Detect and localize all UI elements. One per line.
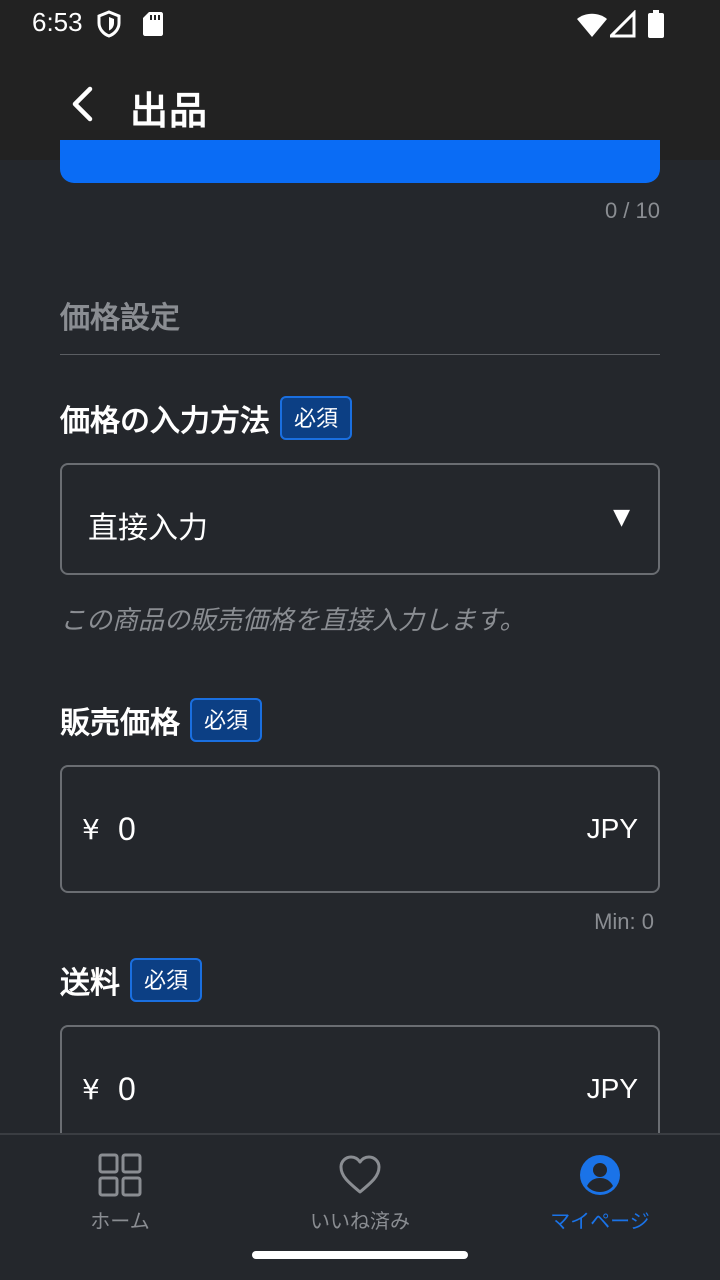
grid-icon — [98, 1153, 142, 1197]
sd-card-icon — [143, 12, 163, 36]
price-method-label-text: 価格の入力方法 — [60, 404, 270, 439]
sale-price-input[interactable]: ¥ 0 JPY — [60, 765, 660, 893]
shield-icon — [97, 10, 121, 38]
sale-price-label: 販売価格 必須 — [60, 698, 263, 742]
nav-label-home: ホーム — [90, 1209, 150, 1233]
section-title: 価格設定 — [60, 301, 180, 336]
battery-icon — [648, 10, 664, 38]
status-bar: 6:53 — [0, 0, 720, 48]
screen: 6:53 出品 0 / 10 価格設定 価格の入力方法 必須 直接入力 ▼ この… — [0, 0, 720, 1280]
price-method-label: 価格の入力方法 必須 — [60, 396, 353, 440]
sale-price-label-text: 販売価格 — [60, 706, 180, 741]
dropdown-arrow-icon: ▼ — [613, 505, 630, 530]
nav-item-liked[interactable]: いいね済み — [240, 1149, 480, 1239]
back-arrow-icon — [72, 86, 93, 122]
sale-price-value: 0 — [118, 811, 136, 847]
account-circle-icon — [580, 1155, 620, 1195]
back-button[interactable] — [56, 76, 112, 132]
shipping-label: 送料 必須 — [60, 958, 203, 1002]
price-method-helper: この商品の販売価格を直接入力します。 — [60, 606, 526, 636]
wifi-icon — [577, 13, 607, 37]
nav-item-home[interactable]: ホーム — [0, 1149, 240, 1239]
nav-item-mypage[interactable]: マイページ — [480, 1149, 720, 1239]
yen-symbol: ¥ — [82, 1073, 100, 1106]
yen-symbol: ¥ — [82, 813, 100, 846]
status-time: 6:53 — [32, 7, 83, 37]
price-method-select[interactable]: 直接入力 ▼ — [60, 463, 660, 575]
required-badge: 必須 — [280, 396, 353, 440]
nav-label-liked: いいね済み — [310, 1209, 410, 1233]
shipping-label-text: 送料 — [60, 966, 120, 1001]
nav-label-mypage: マイページ — [550, 1209, 650, 1233]
section-divider — [60, 354, 660, 355]
shipping-value: 0 — [118, 1071, 136, 1107]
currency-unit: JPY — [586, 813, 638, 844]
photo-counter: 0 / 10 — [604, 198, 660, 223]
required-badge: 必須 — [130, 958, 203, 1002]
page-title: 出品 — [130, 89, 209, 133]
signal-icon — [610, 10, 636, 38]
heart-icon — [339, 1155, 381, 1194]
currency-unit: JPY — [586, 1073, 638, 1104]
sale-price-min: Min: 0 — [594, 909, 654, 934]
price-method-value: 直接入力 — [88, 511, 208, 546]
add-photo-button[interactable] — [60, 140, 660, 183]
required-badge: 必須 — [190, 698, 263, 742]
home-indicator[interactable] — [252, 1251, 468, 1259]
